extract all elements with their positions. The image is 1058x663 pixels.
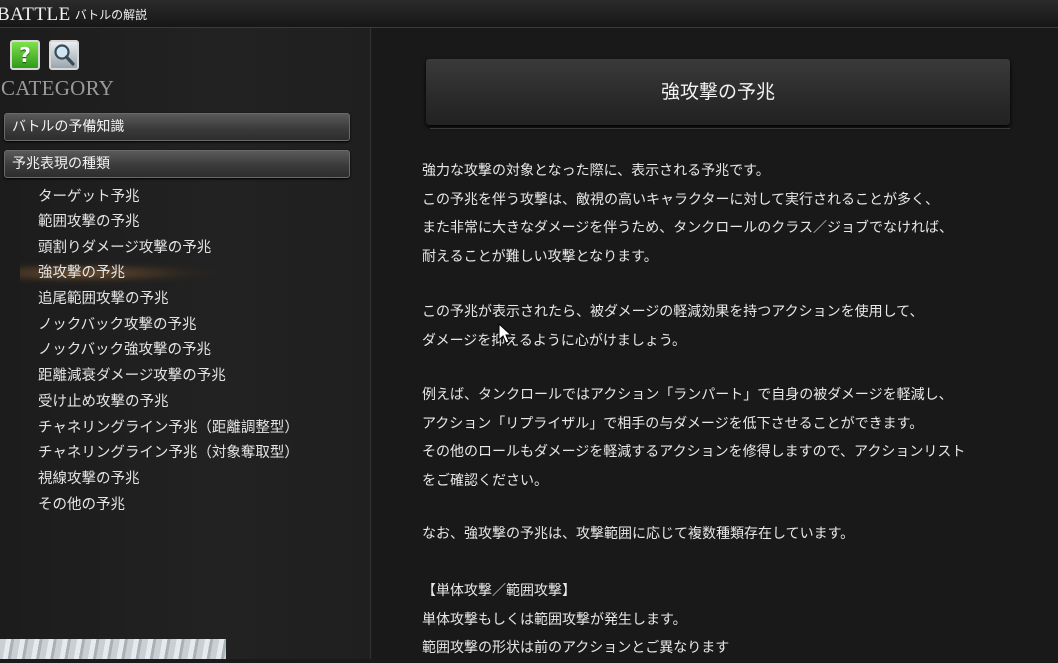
content-paragraph: なお、強攻撃の予兆は、攻撃範囲に応じて複数種類存在しています。 <box>422 526 855 542</box>
list-item[interactable]: 頭割りダメージ攻撃の予兆 <box>32 236 332 260</box>
window-titlebar: BATTLE バトルの解説 <box>0 0 1058 28</box>
list-item[interactable]: ノックバック攻撃の予兆 <box>32 313 332 337</box>
magnifier-icon[interactable] <box>49 40 79 70</box>
title-divider <box>430 128 1010 129</box>
mouse-cursor-icon <box>498 323 512 344</box>
window-title-battle: BATTLE <box>0 4 71 25</box>
content-paragraph: 例えば、タンクロールではアクション「ランパート」で自身の被ダメージを軽減し、 ア… <box>422 387 966 489</box>
list-item[interactable]: 追尾範囲攻撃の予兆 <box>32 287 332 311</box>
background-thumbnail <box>0 639 226 659</box>
category-header-telegraphs[interactable]: 予兆表現の種類 <box>4 150 350 178</box>
category-sidebar: ? CATEGORY バトルの予備知識 予兆表現の種類 ターゲット予兆 範囲攻撃… <box>0 28 370 659</box>
list-item[interactable]: ノックバック強攻撃の予兆 <box>32 338 332 362</box>
content-paragraph: この予兆が表示されたら、被ダメージの軽減効果を持つアクションを使用して、 ダメー… <box>422 304 924 349</box>
category-header-basics[interactable]: バトルの予備知識 <box>4 113 350 141</box>
list-item[interactable]: その他の予兆 <box>32 493 332 517</box>
window-title: バトルの解説 <box>74 8 148 22</box>
list-item[interactable]: 範囲攻撃の予兆 <box>32 210 332 234</box>
content-pane: 強攻撃の予兆 強力な攻撃の対象となった際に、表示される予兆です。 この予兆を伴う… <box>372 28 1058 659</box>
list-item[interactable]: チャネリングライン予兆（対象奪取型） <box>32 441 332 465</box>
list-item[interactable]: ターゲット予兆 <box>32 185 332 209</box>
list-item-selected[interactable]: 強攻撃の予兆 <box>20 261 220 285</box>
category-label: CATEGORY <box>1 76 115 100</box>
help-icon[interactable]: ? <box>10 40 40 70</box>
list-item[interactable]: 受け止め攻撃の予兆 <box>32 390 332 414</box>
list-item[interactable]: チャネリングライン予兆（距離調整型） <box>32 416 332 440</box>
page-title: 強攻撃の予兆 <box>426 59 1010 125</box>
content-paragraph: 【単体攻撃／範囲攻撃】 単体攻撃もしくは範囲攻撃が発生します。 範囲攻撃の形状は… <box>422 583 730 656</box>
list-item[interactable]: 距離減衰ダメージ攻撃の予兆 <box>32 364 332 388</box>
content-paragraph: 強力な攻撃の対象となった際に、表示される予兆です。 この予兆を伴う攻撃は、敵視の… <box>422 163 954 265</box>
list-item[interactable]: 視線攻撃の予兆 <box>32 467 332 491</box>
